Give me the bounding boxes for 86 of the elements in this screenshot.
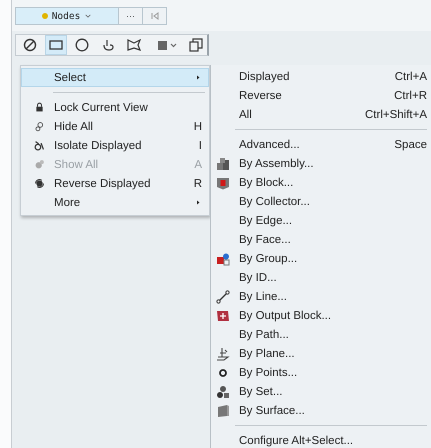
item-label: All — [239, 108, 253, 120]
menu-item[interactable]: By Assembly... — [211, 154, 431, 173]
more-button[interactable]: ··· — [119, 7, 143, 25]
item-label: By Collector... — [239, 196, 311, 208]
menu-item[interactable]: All Ctrl+Shift+A — [211, 105, 431, 124]
surface-icon — [216, 404, 230, 418]
menu-item[interactable]: Lock Current View — [21, 98, 209, 117]
line-icon — [216, 290, 230, 304]
caret-icon — [84, 12, 92, 20]
polygon-icon — [127, 38, 141, 52]
menu-item[interactable]: Reverse Displayed R — [21, 174, 209, 193]
menu-item[interactable]: By Points... — [211, 363, 431, 382]
item-label: By Line... — [239, 290, 288, 302]
item-label: Isolate Displayed — [54, 140, 143, 152]
circle-icon — [75, 38, 89, 52]
item-label: Reverse Displayed — [54, 178, 152, 190]
menu-item[interactable]: Isolate Displayed I — [21, 136, 209, 155]
plane-icon — [216, 346, 230, 360]
shortcut-label: Ctrl+Shift+A — [365, 108, 427, 120]
menu-item[interactable]: By Surface... — [211, 401, 431, 420]
menu-item[interactable]: By Block... — [211, 173, 431, 192]
selector-label: Nodes — [52, 10, 80, 22]
shortcut-label: H — [194, 120, 202, 132]
item-label: By Output Block... — [239, 310, 332, 322]
menu-item[interactable]: By Edge... — [211, 211, 431, 230]
collapse-icon — [150, 12, 158, 20]
item-label: Show All — [54, 158, 100, 170]
item-label: Configure Alt+Select... — [239, 434, 354, 446]
menu-item[interactable]: By Collector... — [211, 192, 431, 211]
shortcut-label: A — [194, 158, 202, 170]
item-label: By Assembly... — [239, 158, 315, 170]
lock-icon — [34, 102, 44, 113]
menu-item[interactable]: By Group... — [211, 249, 431, 268]
item-label: By Group... — [239, 252, 298, 264]
item-label: By Block... — [239, 176, 294, 188]
item-label: By ID... — [239, 272, 278, 284]
tool-button[interactable] — [45, 35, 67, 55]
item-label: By Points... — [239, 366, 298, 378]
copy-icon — [189, 38, 203, 52]
shortcut-label: Ctrl+R — [394, 90, 427, 102]
item-label: By Plane... — [239, 348, 296, 360]
fill-mode-icon[interactable] — [157, 38, 177, 52]
menu-item[interactable]: By Path... — [211, 325, 431, 344]
menu-item[interactable]: By Plane... — [211, 344, 431, 363]
group-icon — [216, 252, 230, 266]
menu-item[interactable]: More — [21, 193, 209, 212]
status-dot — [42, 13, 48, 19]
shortcut-label: Space — [394, 138, 427, 150]
entity-selector[interactable]: Nodes — [15, 7, 119, 25]
menu-item[interactable]: By Set... — [211, 382, 431, 401]
menu-item[interactable]: Hide All H — [21, 117, 209, 136]
shortcut-label: I — [198, 140, 202, 152]
item-label: By Set... — [239, 386, 284, 398]
item-label: Advanced... — [239, 138, 301, 150]
parts-icon — [216, 156, 230, 170]
item-label: Displayed — [239, 70, 290, 82]
block-icon — [216, 176, 230, 190]
output-block-icon — [216, 308, 230, 322]
shortcut-label: R — [194, 178, 202, 190]
shortcut-label: Ctrl+A — [394, 70, 427, 82]
show-icon — [34, 159, 44, 170]
no-selection-icon — [23, 38, 37, 52]
isolate-icon — [34, 140, 44, 151]
menu-item[interactable]: Advanced... Space — [211, 135, 431, 154]
item-label: More — [54, 196, 82, 208]
reverse-icon — [34, 178, 44, 189]
item-label: Reverse — [239, 90, 283, 102]
freehand-icon — [101, 38, 115, 52]
eye-hidden-icon — [34, 121, 44, 132]
menu-item[interactable]: Select — [21, 68, 209, 87]
menu-item[interactable]: By Line... — [211, 287, 431, 306]
item-label: By Edge... — [239, 214, 294, 226]
menu-item[interactable]: Displayed Ctrl+A — [211, 67, 431, 86]
menu-item[interactable]: By Output Block... — [211, 306, 431, 325]
menu-item[interactable]: Reverse Ctrl+R — [211, 86, 431, 105]
rectangle-icon — [49, 38, 63, 52]
item-label: Select — [54, 72, 87, 84]
item-label: By Face... — [239, 234, 292, 246]
item-label: Hide All — [54, 120, 94, 132]
item-label: By Path... — [239, 328, 290, 340]
item-label: Lock Current View — [54, 102, 149, 114]
set-icon — [216, 384, 230, 398]
menu-item[interactable]: Configure Alt+Select... — [211, 431, 431, 448]
menu-item[interactable]: By ID... — [211, 268, 431, 287]
item-label: By Surface... — [239, 404, 306, 416]
menu-item[interactable]: By Face... — [211, 230, 431, 249]
